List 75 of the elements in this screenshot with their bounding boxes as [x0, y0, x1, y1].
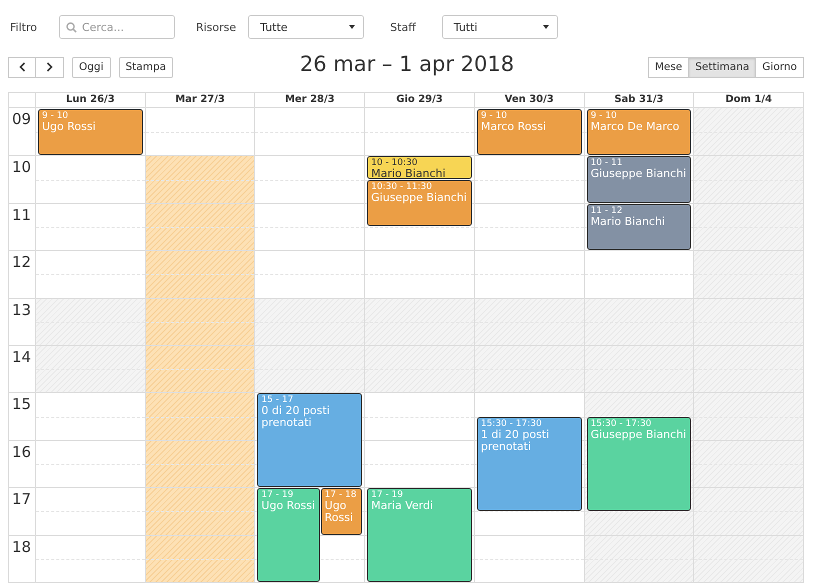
- day-header: Mer 28/3: [254, 93, 364, 107]
- day-header: Lun 26/3: [35, 93, 145, 107]
- hour-label: 13: [12, 300, 32, 319]
- event-time: 9 - 10: [480, 111, 507, 121]
- event-title: Marco De Marco: [590, 121, 680, 133]
- calendar-event[interactable]: 15:30 - 17:30 Giuseppe Bianchi: [586, 417, 692, 511]
- caret-icon: [542, 25, 549, 29]
- event-time: 9 - 10: [42, 111, 68, 121]
- day-header: Gio 29/3: [364, 93, 474, 107]
- calendar-event[interactable]: 15:30 - 17:30 1 di 20 posti prenotati: [476, 417, 582, 511]
- view-tab[interactable]: Mese: [648, 56, 690, 78]
- hour-label: 16: [12, 442, 32, 461]
- event-time: 10 - 10:30: [371, 158, 418, 168]
- calendar-event[interactable]: 9 - 10 Marco De Marco: [586, 109, 692, 156]
- event-title: 1 di 20 posti prenotati: [480, 429, 550, 454]
- staff-label: Staff: [390, 20, 416, 34]
- event-title: Ugo Rossi: [261, 500, 316, 512]
- day-header: Mar 27/3: [144, 93, 254, 107]
- event-time: 17 - 19: [371, 490, 404, 500]
- event-time: 15:30 - 17:30: [480, 419, 542, 430]
- event-title: Ugo Rossi: [42, 121, 96, 133]
- view-tab[interactable]: Giorno: [756, 56, 804, 78]
- staff-dropdown[interactable]: Tutti: [442, 15, 558, 39]
- calendar-event[interactable]: 17 - 18 Ugo Rossi: [320, 488, 362, 535]
- event-time: 17 - 18: [324, 490, 357, 500]
- event-title: Ugo Rossi: [324, 500, 354, 524]
- caret-icon: [349, 25, 356, 29]
- previous-button[interactable]: [8, 56, 36, 78]
- date-range-title: 26 mar – 1 apr 2018: [300, 52, 514, 76]
- view-tab[interactable]: Settimana: [689, 56, 756, 78]
- event-time: 17 - 19: [261, 490, 294, 500]
- calendar-event[interactable]: 10:30 - 11:30 Giuseppe Bianchi: [367, 180, 472, 226]
- calendar-event[interactable]: 11 - 12 Mario Bianchi: [586, 204, 692, 250]
- today-button[interactable]: Oggi: [72, 56, 111, 78]
- event-title: Giuseppe Bianchi: [371, 192, 467, 204]
- calendar-event[interactable]: 9 - 10 Ugo Rossi: [38, 109, 143, 156]
- search-icon: [66, 22, 77, 33]
- calendar-event[interactable]: 9 - 10 Marco Rossi: [476, 109, 582, 156]
- resources-label: Risorse: [196, 20, 236, 34]
- day-header: Sab 31/3: [584, 93, 694, 107]
- event-title: Maria Verdi: [371, 500, 433, 512]
- event-time: 11 - 12: [590, 206, 622, 216]
- event-title: Mario Bianchi: [371, 168, 446, 178]
- event-time: 15 - 17: [261, 395, 294, 406]
- hour-label: 09: [12, 110, 32, 128]
- search-field[interactable]: Cerca...: [58, 15, 175, 39]
- event-title: Giuseppe Bianchi: [590, 429, 686, 442]
- chevron-right-icon: [46, 62, 53, 72]
- chevron-left-icon: [18, 62, 26, 72]
- event-title: Mario Bianchi: [590, 216, 665, 228]
- hour-label: 15: [12, 395, 32, 414]
- hour-label: 10: [12, 158, 32, 176]
- calendar-event[interactable]: 17 - 19 Ugo Rossi: [257, 488, 320, 582]
- hour-label: 11: [12, 206, 32, 224]
- event-title: 0 di 20 posti prenotati: [261, 405, 331, 430]
- event-title: Marco Rossi: [480, 121, 546, 133]
- filter-label: Filtro: [10, 20, 37, 34]
- day-header: Ven 30/3: [474, 93, 584, 107]
- event-time: 9 - 10: [590, 111, 617, 121]
- calendar-event[interactable]: 17 - 19 Maria Verdi: [367, 488, 472, 582]
- event-title: Giuseppe Bianchi: [590, 168, 686, 180]
- calendar-event[interactable]: 10 - 11 Giuseppe Bianchi: [586, 156, 692, 203]
- event-time: 10:30 - 11:30: [371, 182, 432, 192]
- calendar-event[interactable]: 10 - 10:30 Mario Bianchi: [367, 156, 472, 180]
- calendar-event[interactable]: 15 - 17 0 di 20 posti prenotati: [257, 393, 362, 488]
- print-button[interactable]: Stampa: [118, 56, 174, 78]
- day-header: Dom 1/4: [693, 93, 803, 107]
- hour-label: 14: [12, 348, 32, 366]
- event-time: 10 - 11: [590, 158, 622, 168]
- hour-label: 18: [12, 538, 32, 556]
- resources-dropdown[interactable]: Tutte: [248, 15, 364, 39]
- hour-label: 17: [12, 490, 32, 508]
- event-time: 15:30 - 17:30: [590, 419, 652, 430]
- next-button[interactable]: [36, 56, 64, 78]
- hour-label: 12: [12, 253, 32, 272]
